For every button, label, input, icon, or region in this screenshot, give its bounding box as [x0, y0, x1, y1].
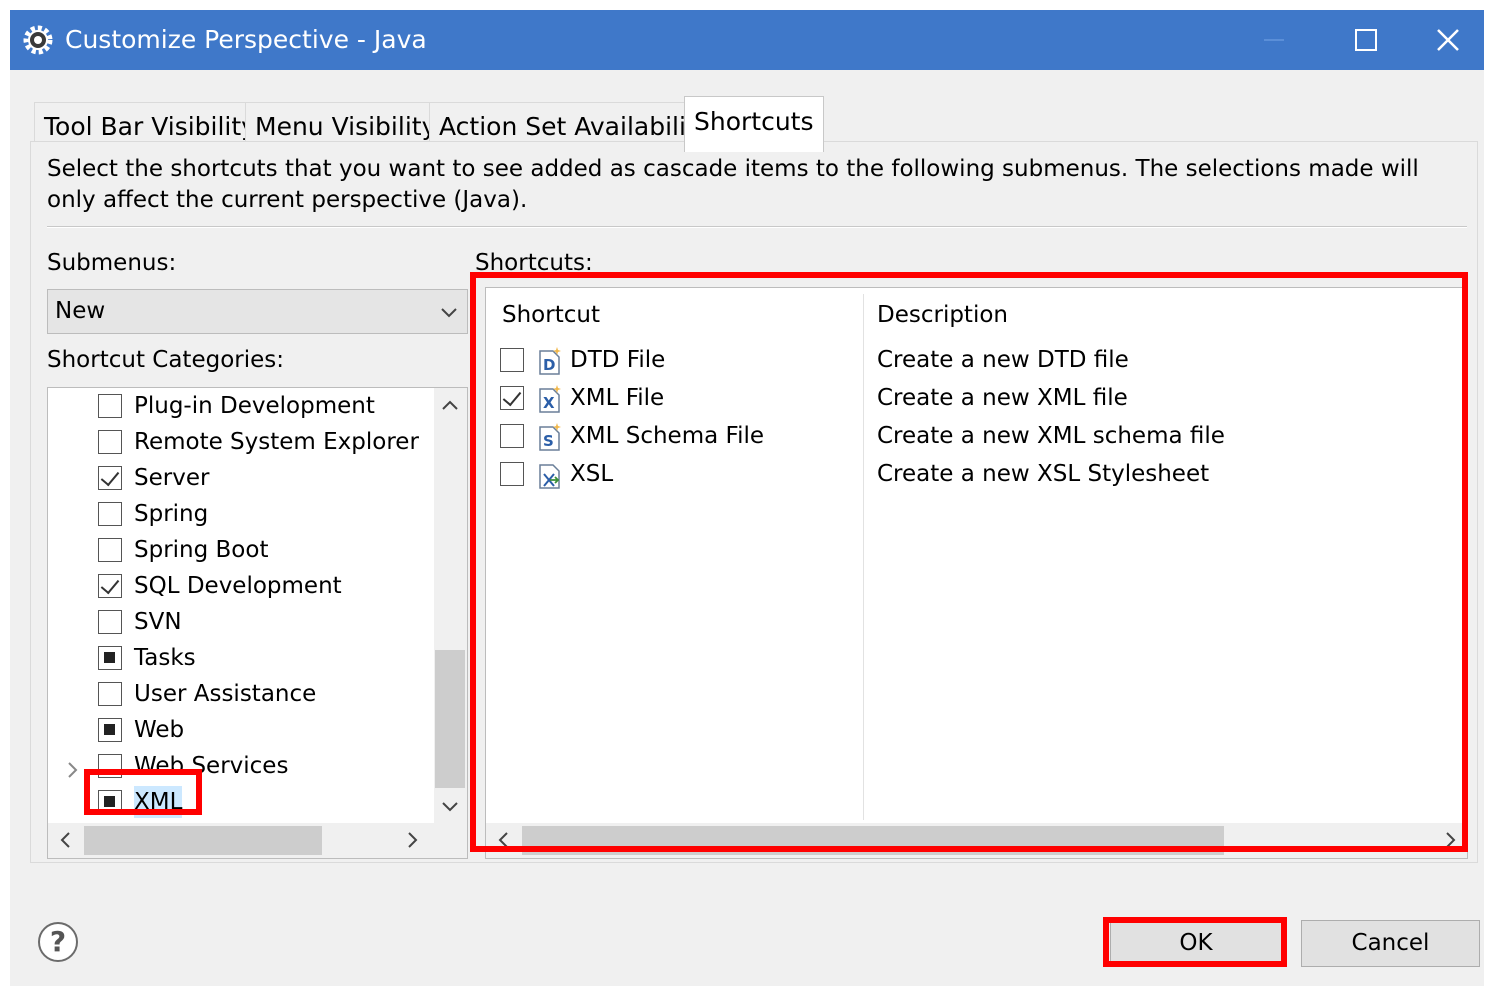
eclipse-gear-icon — [23, 25, 53, 55]
category-label: Web — [134, 717, 185, 743]
maximize-button[interactable] — [1320, 10, 1412, 70]
scrollbar-thumb[interactable] — [522, 826, 1224, 855]
chevron-right-icon[interactable] — [1440, 830, 1460, 850]
table-row[interactable]: D DTD File Create a new DTD file — [486, 342, 1466, 380]
category-checkbox[interactable] — [98, 502, 122, 526]
category-label: XML — [134, 786, 183, 818]
shortcuts-label: Shortcuts: — [475, 250, 593, 276]
shortcuts-description: Select the shortcuts that you want to se… — [47, 156, 1419, 213]
category-label: Plug-in Development — [134, 393, 375, 419]
category-checkbox[interactable] — [98, 394, 122, 418]
maximize-icon — [1355, 29, 1377, 51]
svg-text:S: S — [543, 432, 554, 450]
shortcut-checkbox[interactable] — [500, 424, 524, 448]
cancel-button[interactable]: Cancel — [1301, 920, 1480, 967]
shortcut-description: Create a new DTD file — [877, 347, 1129, 373]
category-label: Spring Boot — [134, 537, 269, 563]
category-label: Tasks — [134, 645, 196, 671]
minimize-icon — [1264, 39, 1284, 41]
ok-button[interactable]: OK — [1110, 920, 1282, 967]
category-checkbox[interactable] — [98, 538, 122, 562]
table-row[interactable]: X XML File Create a new XML file — [486, 380, 1466, 418]
category-label: SQL Development — [134, 573, 342, 599]
shortcut-description: Create a new XML schema file — [877, 423, 1225, 449]
customize-perspective-dialog: Customize Perspective - Java Tool Bar Vi… — [10, 10, 1484, 986]
category-checkbox[interactable] — [98, 682, 122, 706]
category-checkbox[interactable] — [98, 430, 122, 454]
shortcut-name: DTD File — [570, 347, 666, 373]
svg-text:D: D — [543, 356, 555, 374]
column-header-shortcut[interactable]: Shortcut — [502, 300, 600, 330]
shortcut-checkbox[interactable] — [500, 348, 524, 372]
shortcut-categories-label: Shortcut Categories: — [47, 347, 284, 373]
chevron-left-icon[interactable] — [56, 830, 76, 850]
dtd-file-icon: D — [539, 347, 561, 375]
shortcut-checkbox[interactable] — [500, 386, 524, 410]
tab-shortcuts[interactable]: Shortcuts — [684, 96, 824, 152]
chevron-down-icon — [441, 308, 457, 318]
category-checkbox[interactable] — [98, 646, 122, 670]
shortcuts-table[interactable]: Shortcut Description D DTD File Create a… — [485, 287, 1468, 859]
horizontal-scrollbar[interactable] — [486, 823, 1467, 858]
xsl-file-icon — [539, 464, 560, 489]
shortcut-description: Create a new XML file — [877, 385, 1128, 411]
submenus-label: Submenus: — [47, 250, 177, 276]
title-bar[interactable]: Customize Perspective - Java — [10, 10, 1484, 70]
xml-schema-file-icon: S — [539, 423, 561, 451]
category-label: Remote System Explorer — [134, 429, 419, 455]
category-label: Spring — [134, 501, 209, 527]
category-label: Web Services — [134, 753, 289, 779]
close-icon — [1437, 29, 1459, 51]
table-row[interactable]: S XML Schema File Create a new XML schem… — [486, 418, 1466, 456]
category-checkbox[interactable] — [98, 466, 122, 490]
shortcuts-tab-panel: Select the shortcuts that you want to se… — [30, 141, 1478, 863]
shortcut-categories-tree[interactable]: Plug-in Development Remote System Explor… — [47, 387, 468, 859]
xml-file-icon: X — [539, 385, 561, 413]
chevron-right-icon[interactable] — [66, 760, 80, 780]
scrollbar-thumb[interactable] — [435, 650, 465, 788]
scrollbar-thumb[interactable] — [84, 826, 322, 855]
category-label: User Assistance — [134, 681, 317, 707]
submenu-dropdown[interactable]: New — [47, 289, 468, 334]
vertical-scrollbar[interactable] — [434, 388, 467, 823]
chevron-up-icon[interactable] — [440, 396, 460, 416]
submenu-dropdown-value: New — [55, 298, 106, 324]
shortcut-description: Create a new XSL Stylesheet — [877, 461, 1210, 487]
chevron-down-icon[interactable] — [440, 796, 460, 816]
chevron-left-icon[interactable] — [494, 830, 514, 850]
separator — [47, 226, 1467, 228]
close-button[interactable] — [1412, 10, 1484, 70]
minimize-button[interactable] — [1228, 10, 1320, 70]
category-checkbox[interactable] — [98, 574, 122, 598]
table-row[interactable]: XSL Create a new XSL Stylesheet — [486, 456, 1466, 494]
category-checkbox[interactable] — [98, 610, 122, 634]
category-label: SVN — [134, 609, 182, 635]
shortcut-checkbox[interactable] — [500, 462, 524, 486]
svg-text:X: X — [543, 394, 555, 412]
chevron-right-icon[interactable] — [402, 830, 422, 850]
help-icon[interactable]: ? — [38, 922, 78, 962]
category-label: Server — [134, 465, 210, 491]
category-checkbox[interactable] — [98, 718, 122, 742]
category-checkbox[interactable] — [98, 754, 122, 778]
shortcut-name: XML File — [570, 385, 665, 411]
column-header-description[interactable]: Description — [877, 300, 1008, 330]
window-title: Customize Perspective - Java — [65, 25, 427, 54]
shortcut-name: XSL — [570, 461, 614, 487]
horizontal-scrollbar[interactable] — [48, 823, 467, 858]
shortcut-name: XML Schema File — [570, 423, 764, 449]
category-checkbox[interactable] — [98, 790, 122, 814]
